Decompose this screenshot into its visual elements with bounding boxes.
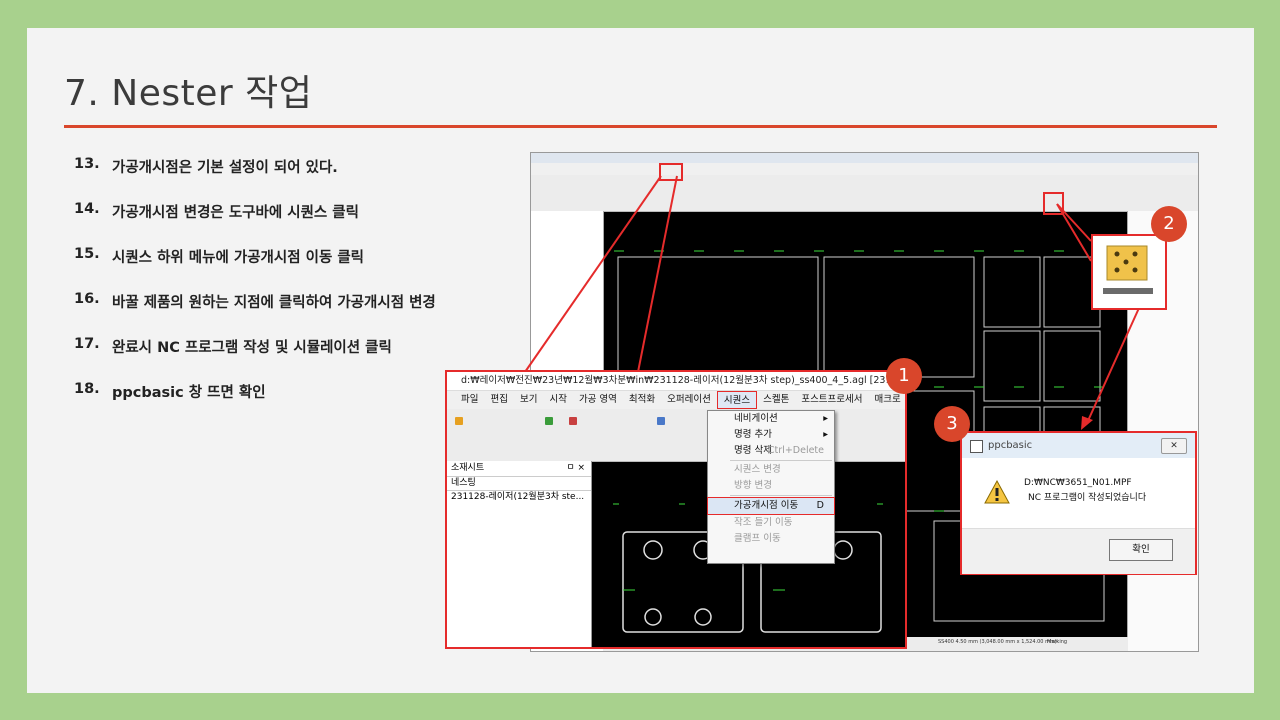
menu-item-move-clamp[interactable]: 클램프 이동: [708, 531, 834, 547]
sequence-dropdown: 네비게이션 ▸ 명령 추가 ▸ 명령 삭제 Ctrl+Delete 시퀀스 변경 방향…: [707, 410, 835, 564]
zoom-menubar: 파일 편집 보기 시작 가공 영역 최적화 오퍼레이션 시퀀스 스켈톤 포스트프…: [447, 391, 905, 409]
start-point-icon: [1103, 245, 1153, 294]
menu-start[interactable]: 시작: [543, 391, 572, 409]
step-text: 완료시 NC 프로그램 작성 및 시뮬레이션 클릭: [112, 340, 392, 356]
step-number: 13.: [74, 156, 100, 172]
step-badge-3: 3: [934, 406, 970, 442]
step-item: 15. 시퀀스 하위 메뉴에 가공개시점 이동 클릭: [74, 246, 436, 291]
zoom-in-icon[interactable]: [657, 417, 665, 425]
step-item: 16. 바꿀 제품의 원하는 지점에 클릭하여 가공개시점 변경: [74, 291, 436, 336]
dialog-close-button[interactable]: ✕: [1161, 438, 1187, 454]
step-text: 가공개시점은 기본 설정이 되어 있다.: [112, 160, 338, 176]
status-mode: Marking: [1047, 639, 1068, 645]
menu-operation[interactable]: 오퍼레이션: [661, 391, 717, 409]
panel-tree-item[interactable]: 231128-레이저(12월분3차 ste...: [447, 491, 591, 504]
step-number: 18.: [74, 381, 100, 397]
menu-separator: [730, 495, 832, 496]
nest-part-outline: [983, 256, 1041, 328]
sheet-icon[interactable]: [545, 417, 553, 425]
step-item: 17. 완료시 NC 프로그램 작성 및 시뮬레이션 클릭: [74, 336, 436, 381]
step-item: 18. ppcbasic 창 뜨면 확인: [74, 381, 436, 426]
app-toolbar-1[interactable]: [531, 175, 1198, 193]
menu-view[interactable]: 보기: [514, 391, 543, 409]
menu-sequence[interactable]: 시퀀스: [716, 391, 758, 409]
nest-part-outline: [1043, 330, 1101, 402]
menu-item-navigation[interactable]: 네비게이션 ▸: [708, 411, 834, 427]
panel-pin-close-icon[interactable]: ㅁ ×: [566, 461, 585, 476]
step-number: 16.: [74, 291, 100, 307]
step-badge-2: 2: [1151, 206, 1187, 242]
slide-title: 7. Nester 작업: [64, 73, 313, 114]
enlarged-toolbar-icon: [1091, 234, 1167, 310]
menu-postprocessor[interactable]: 포스트프로세서: [795, 391, 868, 409]
nest-part-outline: [617, 256, 819, 378]
dialog-footer: 확인: [962, 528, 1195, 574]
menu-item-move-lift[interactable]: 작조 들기 이동: [708, 515, 834, 531]
step-text: 바꿀 제품의 원하는 지점에 클릭하여 가공개시점 변경: [112, 295, 436, 311]
step-text: 시퀀스 하위 메뉴에 가공개시점 이동 클릭: [112, 250, 365, 266]
panel-header: 소재시트 ㅁ ×: [447, 461, 591, 477]
panel-title: 소재시트: [451, 463, 485, 473]
step-number: 17.: [74, 336, 100, 352]
app-toolbar-2[interactable]: [531, 193, 1198, 212]
menu-process-area[interactable]: 가공 영역: [573, 391, 623, 409]
menu-highlight-box: [659, 163, 683, 181]
step-text: ppcbasic 창 뜨면 확인: [112, 385, 266, 401]
menu-optimize[interactable]: 최적화: [623, 391, 661, 409]
dialog-file-path: D:₩NC₩3651_N01.MPF: [1024, 478, 1132, 488]
status-material: SS400 4.50 mm (3,048.00 mm x 1,524.00 mm…: [938, 639, 1057, 645]
dialog-message: NC 프로그램이 작성되었습니다: [1028, 493, 1147, 503]
menu-skeleton[interactable]: 스켈톤: [757, 391, 795, 409]
warning-icon: [984, 480, 1010, 504]
menu-file[interactable]: 파일: [455, 391, 484, 409]
zoom-sheet-panel: 소재시트 ㅁ × 네스팅 231128-레이저(12월분3차 ste...: [447, 461, 592, 647]
menu-item-add-command[interactable]: 명령 추가 ▸: [708, 427, 834, 443]
nest-part-outline: [983, 330, 1041, 402]
step-badge-1: 1: [886, 358, 922, 394]
app-menubar[interactable]: [531, 163, 1198, 175]
dialog-body: D:₩NC₩3651_N01.MPF NC 프로그램이 작성되었습니다: [962, 458, 1195, 528]
step-list: 13. 가공개시점은 기본 설정이 되어 있다. 14. 가공개시점 변경은 도구바…: [74, 156, 436, 426]
menu-item-change-sequence[interactable]: 시퀀스 변경: [708, 462, 834, 478]
menu-item-move-start-point[interactable]: 가공개시점 이동 D: [707, 497, 835, 515]
zoom-toolbar-2[interactable]: [447, 435, 905, 462]
step-item: 13. 가공개시점은 기본 설정이 되어 있다.: [74, 156, 436, 201]
step-number: 14.: [74, 201, 100, 217]
zoom-window-title: d:₩레이저₩전진₩23년₩12월₩3차분₩in₩231128-레이저(12월분…: [447, 372, 905, 391]
menu-item-delete-command[interactable]: 명령 삭제 Ctrl+Delete: [708, 443, 834, 459]
zoom-toolbar-1[interactable]: [447, 409, 905, 435]
app-window-icon: [970, 440, 983, 453]
step-item: 14. 가공개시점 변경은 도구바에 시퀀스 클릭: [74, 201, 436, 246]
menu-separator: [730, 460, 832, 461]
app-titlebar: [531, 153, 1198, 163]
nest-icon[interactable]: [455, 417, 463, 425]
menu-item-change-direction[interactable]: 방향 변경: [708, 478, 834, 494]
slide: 7. Nester 작업 13. 가공개시점은 기본 설정이 되어 있다. 14.…: [27, 28, 1254, 693]
panel-tab-nesting[interactable]: 네스팅: [447, 477, 591, 491]
step-text: 가공개시점 변경은 도구바에 시퀀스 클릭: [112, 205, 359, 221]
part-icon[interactable]: [569, 417, 577, 425]
title-underline: [64, 125, 1217, 128]
toolbar-highlight-box: [1043, 192, 1064, 215]
ppcbasic-dialog: ppcbasic ✕ D:₩NC₩3651_N01.MPF NC 프로그램이 작…: [960, 431, 1197, 575]
ok-button[interactable]: 확인: [1109, 539, 1173, 561]
menu-edit[interactable]: 편집: [484, 391, 513, 409]
menu-zoom-panel: d:₩레이저₩전진₩23년₩12월₩3차분₩in₩231128-레이저(12월분…: [445, 370, 907, 649]
step-number: 15.: [74, 246, 100, 262]
